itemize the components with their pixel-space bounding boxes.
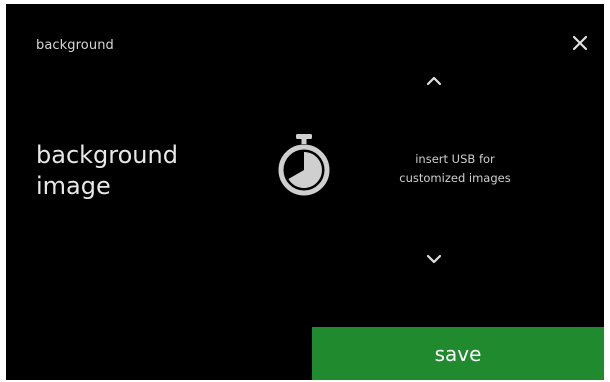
setting-label-line-2: image <box>36 172 111 200</box>
setting-label-line-1: background <box>36 141 178 169</box>
chevron-down-icon <box>426 254 442 264</box>
timer-icon <box>278 134 330 196</box>
page-title: background <box>36 38 114 53</box>
setting-label: background image <box>36 140 256 202</box>
option-text-line-2: customized images <box>399 171 511 185</box>
background-image-option[interactable]: insert USB for customized images <box>274 132 564 212</box>
save-button[interactable]: save <box>312 327 604 380</box>
option-text-line-1: insert USB for <box>415 152 495 166</box>
scroll-up-button[interactable] <box>421 68 447 94</box>
screen: background background image insert USB f… <box>6 4 604 380</box>
chevron-up-icon <box>426 76 442 86</box>
scroll-down-button[interactable] <box>421 246 447 272</box>
close-button[interactable] <box>567 30 593 56</box>
close-icon <box>572 35 588 51</box>
option-text: insert USB for customized images <box>370 150 540 188</box>
